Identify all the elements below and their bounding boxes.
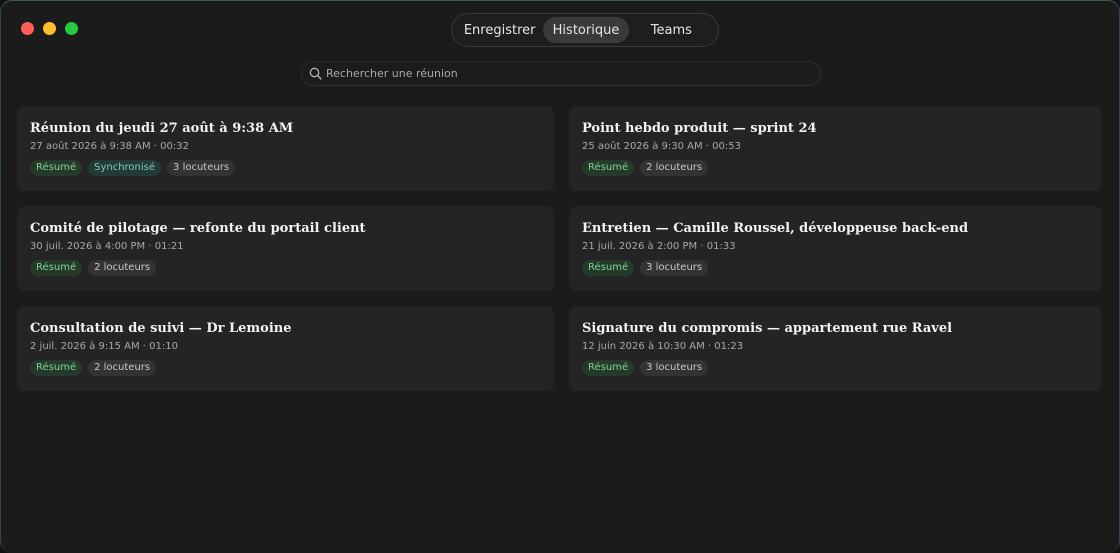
speakers-badge: 3 locuteurs bbox=[640, 360, 709, 376]
speakers-badge: 3 locuteurs bbox=[167, 160, 236, 176]
summary-badge: Résumé bbox=[30, 160, 83, 176]
meeting-list: Réunion du jeudi 27 août à 9:38 AM 27 ao… bbox=[17, 106, 1102, 391]
search-bar bbox=[301, 61, 821, 86]
zoom-window-button[interactable] bbox=[65, 22, 78, 35]
tab-teams[interactable]: Teams bbox=[629, 17, 714, 43]
meeting-tags: Résumé 2 locuteurs bbox=[582, 160, 1089, 176]
speakers-badge: 2 locuteurs bbox=[640, 160, 709, 176]
meeting-meta: 30 juil. 2026 à 4:00 PM · 01:21 bbox=[30, 241, 184, 252]
meeting-card[interactable]: Entretien — Camille Roussel, développeus… bbox=[569, 206, 1102, 291]
tab-historique[interactable]: Historique bbox=[543, 17, 629, 43]
summary-badge: Résumé bbox=[582, 160, 635, 176]
meeting-duration: 01:23 bbox=[714, 341, 744, 352]
meeting-meta: 27 août 2026 à 9:38 AM · 00:32 bbox=[30, 141, 189, 152]
summary-badge: Résumé bbox=[30, 360, 83, 376]
meeting-date: 2 juil. 2026 à 9:15 AM bbox=[30, 341, 140, 352]
synced-badge: Synchronisé bbox=[88, 160, 162, 176]
meeting-tags: Résumé 3 locuteurs bbox=[582, 360, 1089, 376]
meeting-meta: 21 juil. 2026 à 2:00 PM · 01:33 bbox=[582, 241, 736, 252]
meeting-title: Consultation de suivi — Dr Lemoine bbox=[30, 321, 292, 336]
mode-tabs: Enregistrer Historique Teams bbox=[451, 13, 719, 47]
meeting-duration: 00:32 bbox=[160, 141, 189, 152]
meeting-card[interactable]: Consultation de suivi — Dr Lemoine 2 jui… bbox=[17, 306, 554, 391]
speakers-badge: 3 locuteurs bbox=[640, 260, 709, 276]
meeting-card[interactable]: Comité de pilotage — refonte du portail … bbox=[17, 206, 554, 291]
speakers-badge: 2 locuteurs bbox=[88, 260, 157, 276]
meeting-title: Signature du compromis — appartement rue… bbox=[582, 321, 953, 336]
meeting-title: Comité de pilotage — refonte du portail … bbox=[30, 221, 366, 236]
search-input[interactable] bbox=[326, 67, 806, 80]
search-icon bbox=[309, 67, 322, 80]
close-window-button[interactable] bbox=[21, 22, 34, 35]
meeting-card[interactable]: Réunion du jeudi 27 août à 9:38 AM 27 ao… bbox=[17, 106, 554, 191]
meeting-date: 25 août 2026 à 9:30 AM bbox=[582, 141, 703, 152]
app-window: Enregistrer Historique Teams Réunion du … bbox=[0, 0, 1120, 553]
meeting-date: 12 juin 2026 à 10:30 AM bbox=[582, 341, 705, 352]
meeting-title: Point hebdo produit — sprint 24 bbox=[582, 121, 817, 136]
meeting-meta: 25 août 2026 à 9:30 AM · 00:53 bbox=[582, 141, 741, 152]
minimize-window-button[interactable] bbox=[43, 22, 56, 35]
meeting-title: Réunion du jeudi 27 août à 9:38 AM bbox=[30, 121, 294, 136]
meeting-duration: 01:21 bbox=[154, 241, 184, 252]
meeting-duration: 00:53 bbox=[712, 141, 741, 152]
meeting-title: Entretien — Camille Roussel, développeus… bbox=[582, 221, 969, 236]
meeting-duration: 01:33 bbox=[706, 241, 736, 252]
summary-badge: Résumé bbox=[30, 260, 83, 276]
meeting-tags: Résumé 3 locuteurs bbox=[582, 260, 1089, 276]
meeting-date: 21 juil. 2026 à 2:00 PM bbox=[582, 241, 698, 252]
meeting-duration: 01:10 bbox=[149, 341, 178, 352]
meeting-tags: Résumé Synchronisé 3 locuteurs bbox=[30, 160, 541, 176]
window-controls bbox=[21, 22, 78, 35]
meeting-card[interactable]: Signature du compromis — appartement rue… bbox=[569, 306, 1102, 391]
meeting-date: 27 août 2026 à 9:38 AM bbox=[30, 141, 151, 152]
meeting-meta: 12 juin 2026 à 10:30 AM · 01:23 bbox=[582, 341, 744, 352]
meeting-date: 30 juil. 2026 à 4:00 PM bbox=[30, 241, 146, 252]
meeting-card[interactable]: Point hebdo produit — sprint 24 25 août … bbox=[569, 106, 1102, 191]
tab-enregistrer[interactable]: Enregistrer bbox=[456, 17, 543, 43]
meeting-tags: Résumé 2 locuteurs bbox=[30, 260, 541, 276]
summary-badge: Résumé bbox=[582, 260, 635, 276]
meeting-meta: 2 juil. 2026 à 9:15 AM · 01:10 bbox=[30, 341, 178, 352]
meeting-tags: Résumé 2 locuteurs bbox=[30, 360, 541, 376]
speakers-badge: 2 locuteurs bbox=[88, 360, 157, 376]
summary-badge: Résumé bbox=[582, 360, 635, 376]
